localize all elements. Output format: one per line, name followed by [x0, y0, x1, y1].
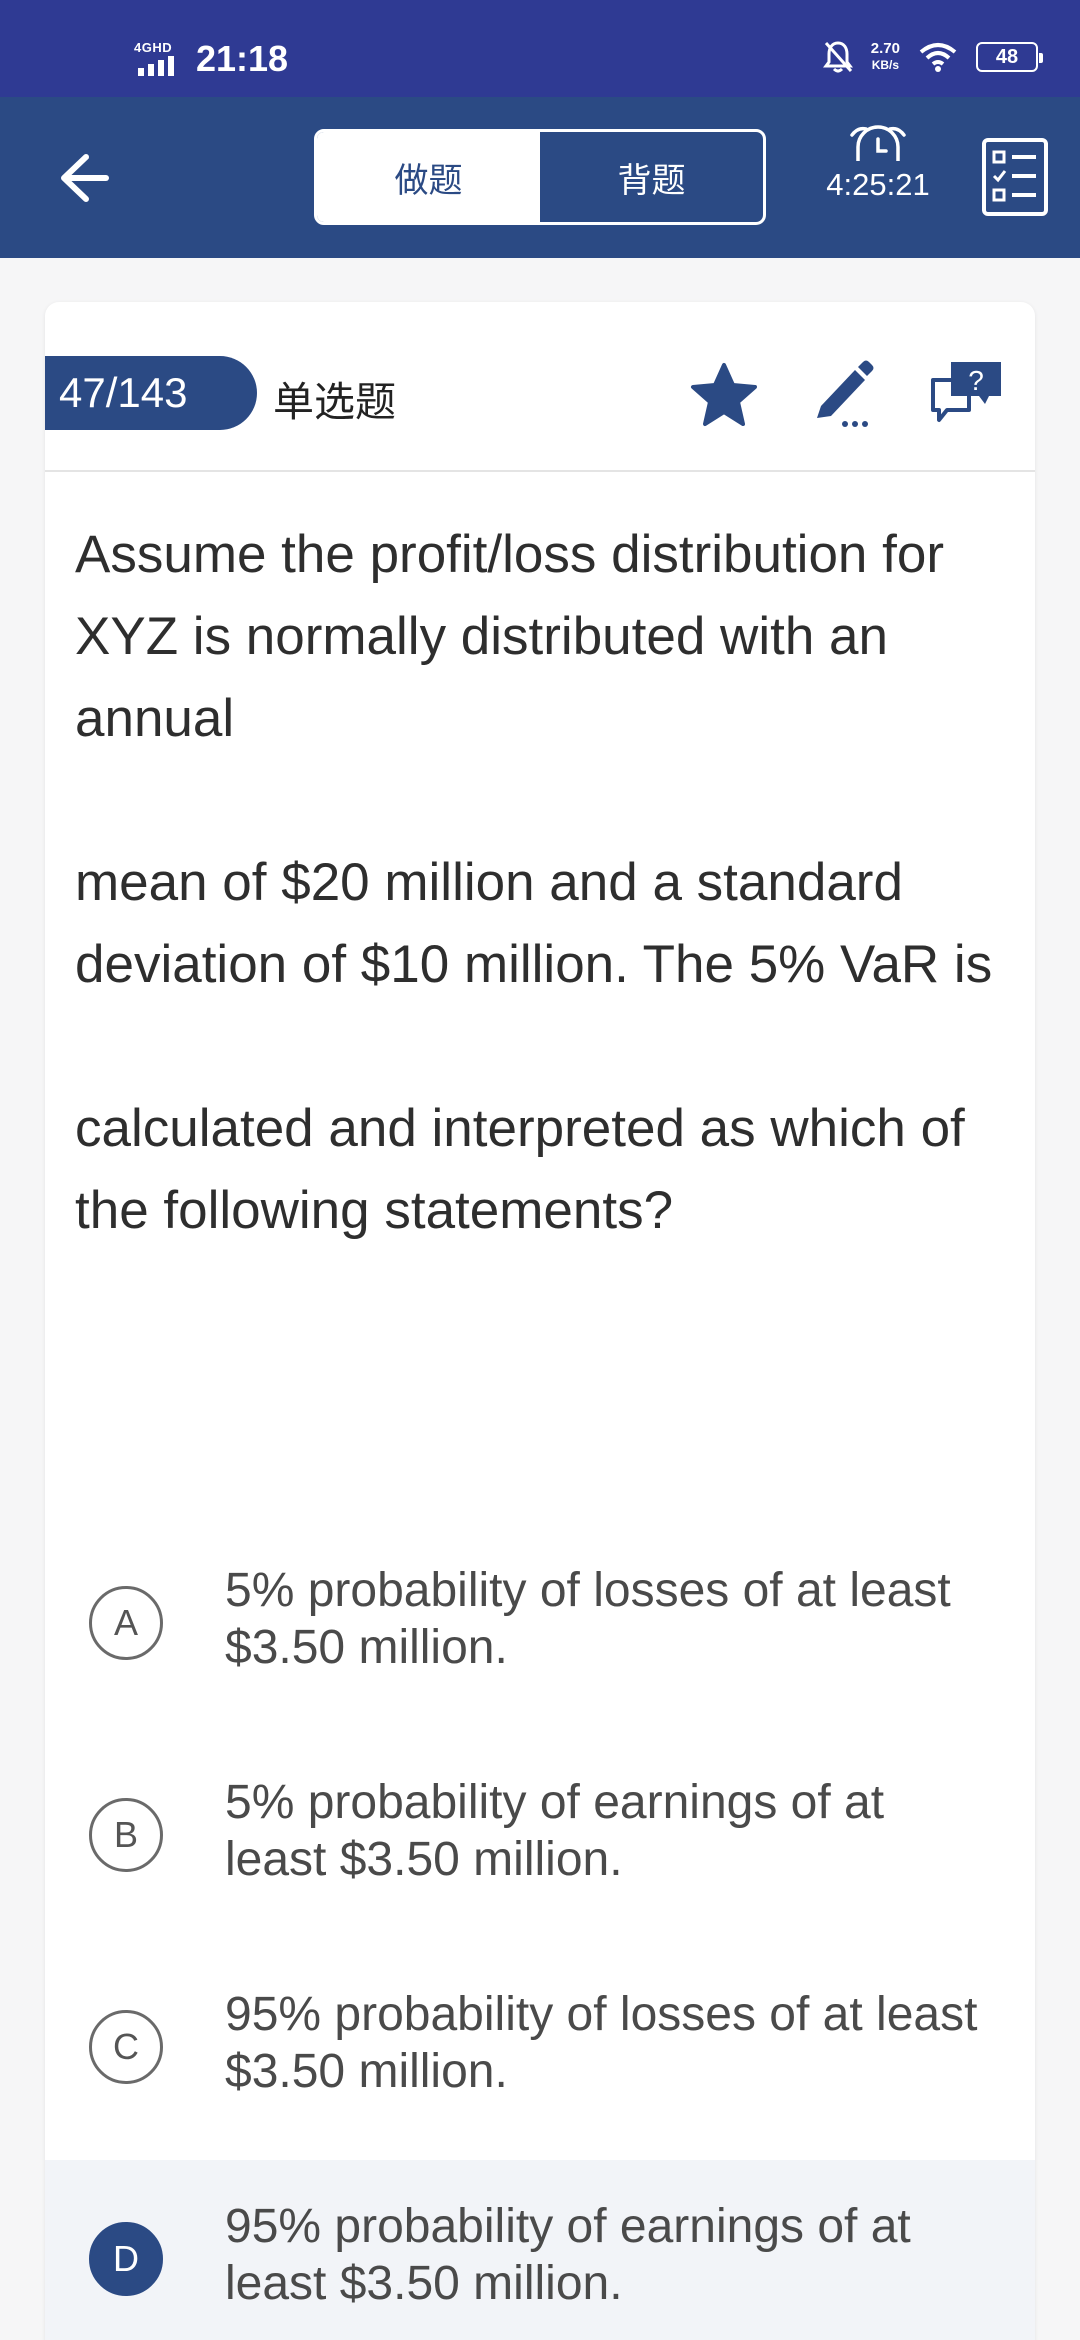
alarm-clock-icon — [850, 125, 906, 161]
mute-bell-icon — [822, 41, 853, 73]
network-type: 4GHD — [134, 40, 173, 55]
option-text: 95% probability of losses of at least $3… — [225, 1988, 978, 2098]
top-app-bar: 做题 背题 4:25:21 — [0, 97, 1080, 258]
question-card: 47/143 单选题 ? Assume the profit/loss dist… — [45, 302, 1035, 2340]
option-b[interactable]: B 5% probability of earnings of at least… — [45, 1736, 1035, 1948]
question-counter: 47/143 — [45, 356, 257, 430]
question-chat-icon[interactable]: ? — [929, 360, 1005, 426]
wifi-icon — [919, 43, 957, 72]
option-text: 5% probability of losses of at least $3.… — [225, 1564, 951, 1674]
tab-practice[interactable]: 做题 — [317, 132, 540, 222]
back-arrow-icon[interactable] — [46, 143, 116, 213]
network-speed: 2.70 KB/s — [871, 41, 900, 73]
question-text: Assume the profit/loss distribution for … — [75, 514, 1025, 1252]
signal-icon — [138, 56, 174, 76]
question-paragraph: Assume the profit/loss distribution for … — [75, 525, 944, 748]
question-paragraph: calculated and interpreted as which of t… — [75, 1099, 965, 1240]
clock: 21:18 — [196, 38, 289, 79]
option-letter: C — [89, 2010, 163, 2084]
checklist-icon[interactable] — [982, 138, 1048, 216]
question-header: 47/143 单选题 ? — [45, 302, 1035, 472]
option-letter: B — [89, 1798, 163, 1872]
battery-indicator: 48 — [976, 42, 1043, 72]
pencil-icon[interactable] — [811, 356, 875, 428]
option-text: 5% probability of earnings of at least $… — [225, 1776, 885, 1886]
option-c[interactable]: C 95% probability of losses of at least … — [45, 1948, 1035, 2160]
timer-value: 4:25:21 — [826, 167, 930, 202]
star-icon[interactable] — [689, 360, 759, 430]
status-bar: 4GHD 21:18 2.70 KB/s 48 — [0, 0, 1080, 97]
option-letter: D — [89, 2222, 163, 2296]
exam-timer: 4:25:21 — [818, 125, 938, 203]
option-text: 95% probability of earnings of at least … — [225, 2200, 911, 2310]
speed-value: 2.70 — [870, 40, 900, 57]
speed-unit: KB/s — [871, 58, 900, 72]
option-a[interactable]: A 5% probability of losses of at least $… — [45, 1524, 1035, 1736]
option-d[interactable]: D 95% probability of earnings of at leas… — [45, 2160, 1035, 2340]
option-letter: A — [89, 1586, 163, 1660]
question-type: 单选题 — [273, 378, 396, 426]
question-paragraph: mean of $20 million and a standard devia… — [75, 853, 993, 994]
mode-toggle: 做题 背题 — [314, 129, 766, 225]
answer-options: A 5% probability of losses of at least $… — [45, 1524, 1035, 2340]
tab-memorize[interactable]: 背题 — [540, 132, 763, 222]
svg-text:?: ? — [968, 365, 984, 396]
